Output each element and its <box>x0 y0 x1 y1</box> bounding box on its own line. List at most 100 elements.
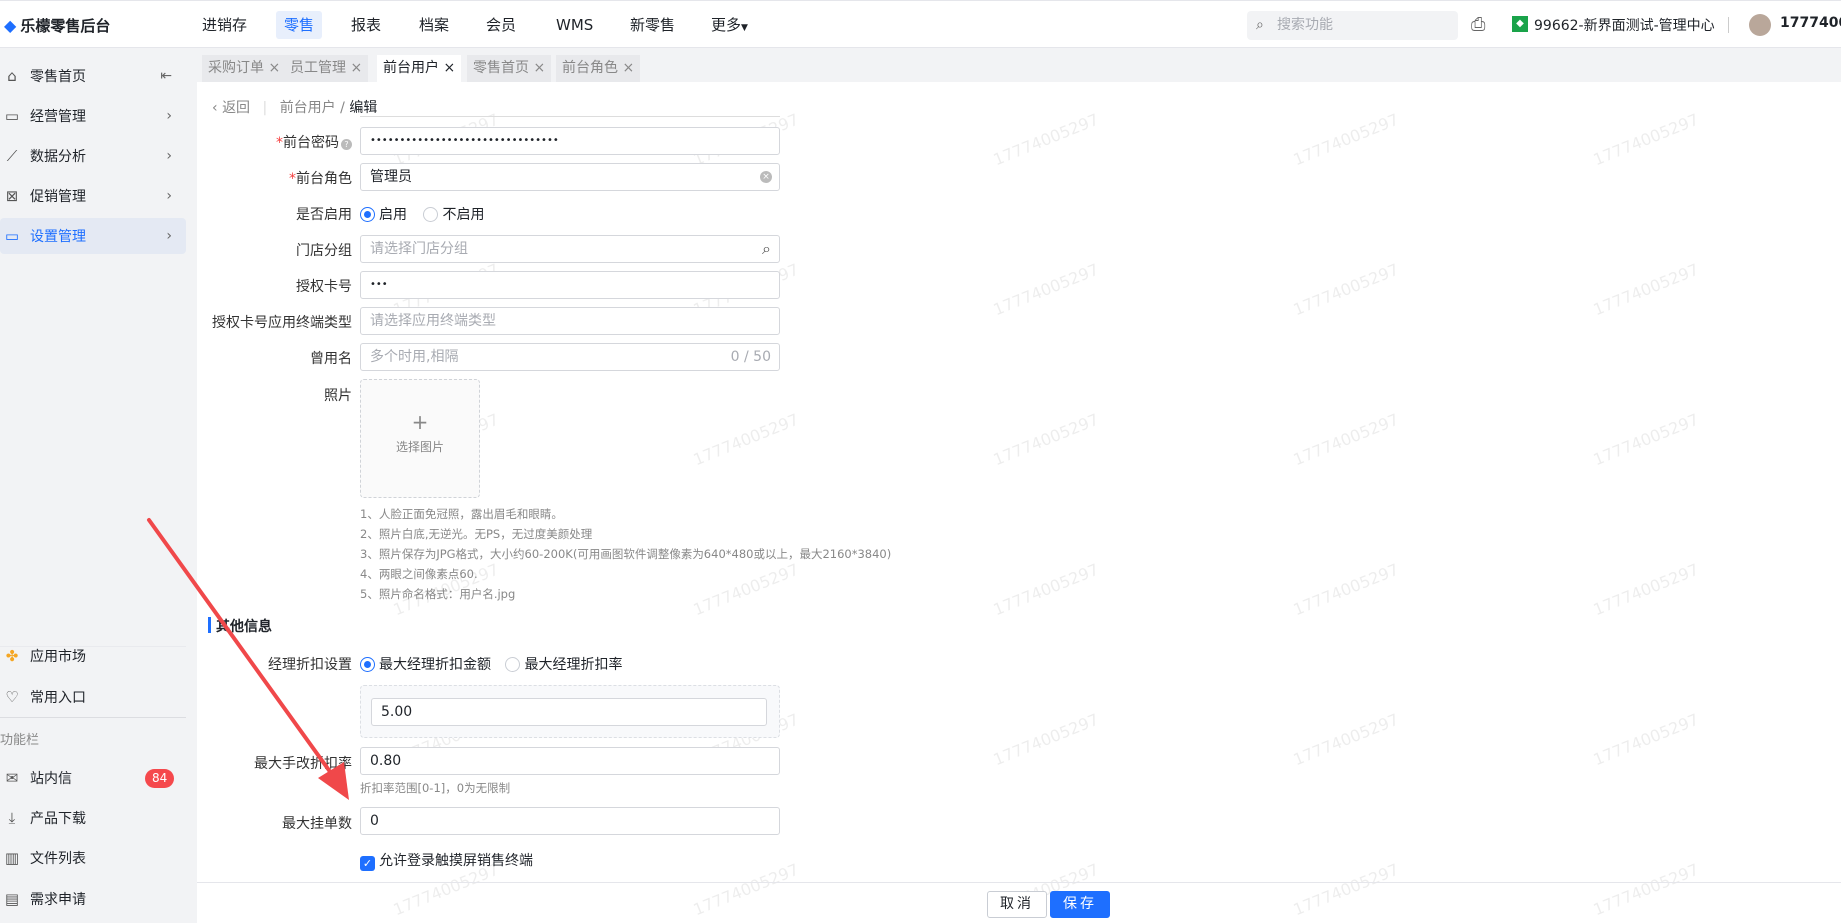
checkbox-label: 允许登录触摸屏销售终端 <box>379 853 533 869</box>
home-icon: ⌂ <box>7 67 17 85</box>
watermark: 17774005297 <box>990 709 1102 770</box>
close-icon[interactable]: × <box>622 60 634 76</box>
breadcrumb-parent[interactable]: 前台用户 <box>280 100 336 116</box>
nav-more[interactable]: 更多▼ <box>703 11 756 39</box>
sidebar-item-label: 零售首页 <box>30 69 86 85</box>
cancel-button[interactable]: 取消 <box>987 891 1047 918</box>
sidebar-item-retail-home[interactable]: ⌂ 零售首页 ⇤ <box>0 58 186 94</box>
max-hold-label: 最大挂单数 <box>282 816 352 832</box>
app-market-icon: ✤ <box>5 647 19 665</box>
unread-badge: 84 <box>145 769 175 788</box>
sidebar-files[interactable]: ▥ 文件列表 <box>0 840 186 876</box>
store-group-placeholder: 请选择门店分组 <box>370 241 468 257</box>
role-label: *前台角色 <box>289 171 352 187</box>
sidebar-messages[interactable]: ✉ 站内信 84 <box>0 760 186 796</box>
sidebar-item-label: 数据分析 <box>30 149 86 165</box>
photo-upload[interactable]: + 选择图片 <box>360 379 480 498</box>
back-button[interactable]: ‹ 返回 <box>212 100 250 116</box>
heart-icon: ♡ <box>5 688 19 706</box>
max-hold-input[interactable]: 0 <box>360 807 780 835</box>
nav-members[interactable]: 会员 <box>478 11 524 39</box>
sidebar-favorites[interactable]: ♡ 常用入口 <box>0 679 186 715</box>
clear-icon[interactable]: × <box>760 171 772 183</box>
sidebar-item-label: 应用市场 <box>30 649 86 665</box>
watermark: 17774005297 <box>1590 859 1702 920</box>
close-icon[interactable]: × <box>533 60 545 76</box>
feedback-icon: ▤ <box>4 890 20 908</box>
store-group-input[interactable]: 请选择门店分组 ⌕ <box>360 235 780 263</box>
tab-label: 采购订单 <box>208 60 264 76</box>
watermark: 17774005297 <box>1290 709 1402 770</box>
sidebar-item-analytics[interactable]: ⟋ 数据分析 › <box>0 138 186 174</box>
sidebar-item-label: 文件列表 <box>30 851 86 867</box>
upload-label: 选择图片 <box>395 440 444 454</box>
nav-inventory[interactable]: 进销存 <box>194 11 255 39</box>
max-rate-input[interactable]: 0.80 <box>360 747 780 775</box>
nav-retail[interactable]: 零售 <box>276 11 323 39</box>
tab-label: 零售首页 <box>473 60 529 76</box>
search-icon[interactable]: ⌕ <box>762 236 771 262</box>
user-name[interactable]: 17774005 <box>1780 15 1841 31</box>
watermark: 17774005297 <box>1290 259 1402 320</box>
search-icon: ⌕ <box>1256 17 1264 33</box>
nav-wms[interactable]: WMS <box>548 11 601 39</box>
avatar[interactable] <box>1749 14 1771 36</box>
watermark: 17774005297 <box>990 409 1102 470</box>
watermark: 17774005297 <box>1590 409 1702 470</box>
sidebar-item-operations[interactable]: ▭ 经营管理 › <box>0 98 186 134</box>
nav-more-label: 更多 <box>711 16 742 34</box>
close-icon[interactable]: × <box>443 60 455 76</box>
sidebar-requests[interactable]: ▤ 需求申请 <box>0 881 186 917</box>
tab-front-roles[interactable]: 前台角色 × <box>556 55 641 82</box>
close-icon[interactable]: × <box>268 60 280 76</box>
top-bar: ◆ 乐檬零售后台 进销存 零售 报表 档案 会员 WMS 新零售 更多▼ ⌕ 搜索功… <box>0 0 1841 48</box>
role-select[interactable]: 管理员 × <box>360 163 780 191</box>
password-input[interactable]: •••••••••••••••••••••••••••••••• <box>360 127 780 155</box>
nav-archive[interactable]: 档案 <box>411 11 457 39</box>
tab-retail-home[interactable]: 零售首页 × <box>467 55 552 82</box>
radio-disabled[interactable]: 不启用 <box>423 207 484 223</box>
chevron-right-icon: › <box>166 188 172 204</box>
app-logo[interactable]: ◆ 乐檬零售后台 <box>4 15 110 36</box>
tab-front-users[interactable]: 前台用户 × <box>377 55 462 82</box>
enabled-label: 是否启用 <box>296 207 352 223</box>
tab-purchase-orders[interactable]: 采购订单 × <box>202 55 287 82</box>
radio-max-amount[interactable]: 最大经理折扣金额 <box>360 657 491 673</box>
help-icon[interactable]: ? <box>341 139 352 150</box>
terminal-placeholder: 请选择应用终端类型 <box>370 313 496 329</box>
terminal-select[interactable]: 请选择应用终端类型 <box>360 307 780 335</box>
radio-max-rate[interactable]: 最大经理折扣率 <box>505 657 622 673</box>
photo-hint: 5、照片命名格式：用户名.jpg <box>360 587 516 601</box>
nav-reports[interactable]: 报表 <box>343 11 389 39</box>
sidebar-download[interactable]: ⤓ 产品下载 <box>0 800 186 836</box>
plus-icon: + <box>411 410 429 434</box>
collapse-icon[interactable]: ⇤ <box>160 68 172 84</box>
alias-input[interactable]: 多个时用,相隔 0 / 50 <box>360 343 780 371</box>
close-icon[interactable]: × <box>350 60 362 76</box>
discount-setting-label: 经理折扣设置 <box>268 657 352 673</box>
sidebar-app-market[interactable]: ✤ 应用市场 <box>0 638 186 674</box>
promo-icon: ⊠ <box>5 187 19 205</box>
watermark: 17774005297 <box>1290 859 1402 920</box>
file-list-icon: ▥ <box>4 849 20 867</box>
tab-bar: 采购订单 × 员工管理 × 前台用户 × 零售首页 × 前台角色 × <box>197 48 1841 82</box>
sidebar-item-promotions[interactable]: ⊠ 促销管理 › <box>0 178 186 214</box>
nav-new-retail[interactable]: 新零售 <box>622 11 683 39</box>
sidebar-item-label: 站内信 <box>30 771 72 787</box>
breadcrumb-current: 编辑 <box>349 100 378 116</box>
tab-label: 前台角色 <box>562 60 618 76</box>
store-selector[interactable]: 99662-新界面测试-管理中心 <box>1534 15 1715 35</box>
tab-staff[interactable]: 员工管理 × <box>284 55 369 82</box>
sidebar-item-settings[interactable]: ▭ 设置管理 › <box>0 218 186 254</box>
divider <box>0 717 186 718</box>
radio-enabled[interactable]: 启用 <box>360 207 407 223</box>
discount-amount-input[interactable]: 5.00 <box>371 698 767 726</box>
touch-terminal-checkbox[interactable]: ✓ 允许登录触摸屏销售终端 <box>360 850 533 871</box>
save-button[interactable]: 保存 <box>1050 891 1110 918</box>
card-input[interactable]: ••• <box>360 271 780 299</box>
sidebar: ⌂ 零售首页 ⇤ ▭ 经营管理 › ⟋ 数据分析 › ⊠ 促销管理 › ▭ 设置管理 › ✤ 应用市场… <box>0 48 197 923</box>
photo-hint: 1、人脸正面免冠照，露出眉毛和眼睛。 <box>360 507 563 521</box>
search-input[interactable]: ⌕ 搜索功能 <box>1247 11 1458 40</box>
divider <box>360 116 780 117</box>
printer-icon[interactable]: ⎙ <box>1471 14 1485 35</box>
